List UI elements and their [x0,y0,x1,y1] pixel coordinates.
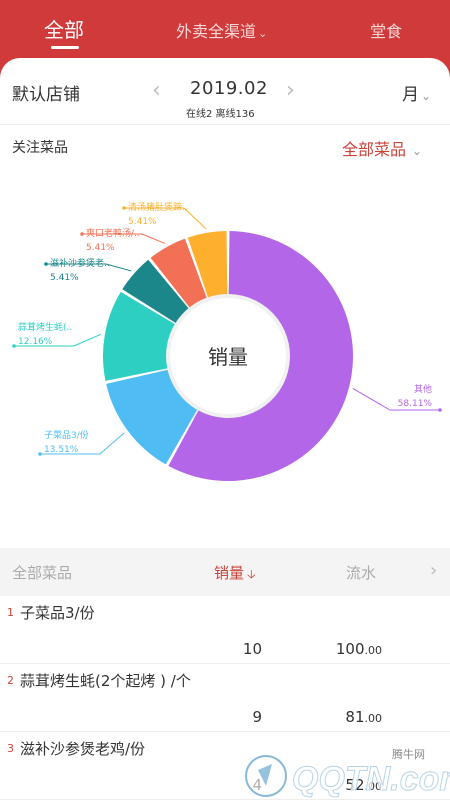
row-index: 1 [7,606,14,619]
slice-leader-dot [44,262,48,266]
table-row[interactable]: 1 子菜品3/份 10 100.00 [0,596,450,664]
column-header-revenue[interactable]: 流水 [346,562,376,583]
tab-all-label: 全部 [44,18,84,42]
chevron-right-icon[interactable]: › [430,560,437,581]
chevron-left-icon[interactable]: ‹ [152,78,161,103]
row-amount: 81.00 [345,708,382,726]
row-index: 2 [7,674,14,687]
slice-percent-label: 12.16% [18,337,53,347]
column-header-sales-label: 销量 [214,564,245,582]
slice-leader-dot [122,206,126,210]
slice-label: 蒜茸烤生蚝(.. [18,321,72,333]
slice-leader-dot [438,408,442,412]
slice-label: 爽口老鸭汤/.. [86,227,140,239]
donut-chart-svg: 其他 58.11% 子菜品3/份 13.51% 蒜茸烤生蚝(.. 12.16% 滋补沙参煲老… [12,201,442,481]
donut-center-label: 销量 [208,345,248,369]
tab-delivery-label: 外卖全渠道 [176,22,257,41]
slice-percent-label: 5.41% [128,217,157,227]
slice-leader-dot [80,232,84,236]
dish-filter-dropdown[interactable]: 全部菜品 ⌄ [342,136,422,160]
store-name[interactable]: 默认店铺 [12,80,80,105]
qqtn-watermark-logo: QQTN.com 腾牛网 [245,747,450,799]
row-amount-dec: .00 [364,644,383,657]
chevron-down-icon: ⌄ [258,27,268,40]
sales-donut-chart: 其他 58.11% 子菜品3/份 13.51% 蒜茸烤生蚝(.. 12.16% 滋补沙参煲老… [0,160,450,550]
watermark-site-name: 腾牛网 [392,747,425,761]
column-header-sales[interactable]: 销量 🡣 [214,562,256,586]
slice-percent-label: 5.41% [50,273,79,283]
chevron-down-icon: ⌄ [421,89,432,103]
range-label: 月 [402,85,419,105]
row-amount-dec: .00 [364,712,383,725]
slice-percent-label: 5.41% [86,243,115,253]
row-dish-name: 蒜茸烤生蚝(2个起烤 ) /个 [20,672,191,690]
divider [0,124,450,125]
row-quantity: 9 [252,708,262,726]
slice-label: 清汤猪肚煲蹄.. [128,201,188,213]
chevron-down-icon: ⌄ [412,144,423,158]
slice-leader-dot [38,452,42,456]
focus-dishes-title: 关注菜品 [12,140,68,156]
row-quantity: 10 [242,640,262,658]
active-tab-indicator [51,46,79,49]
app-screen: 全部 外卖全渠道 ⌄ 堂食 默认店铺 ‹ 2019.02 在线2 离线136 › … [0,0,450,800]
table-header: 全部菜品 销量 🡣 流水 › [0,548,450,596]
row-dish-name: 滋补沙参煲老鸡/份 [20,740,146,758]
table-row[interactable]: 2 蒜茸烤生蚝(2个起烤 ) /个 9 81.00 [0,664,450,732]
period-label: 2019.02 [190,78,268,99]
tab-all[interactable]: 全部 [44,14,84,43]
slice-label: 滋补沙参煲老.. [50,257,110,269]
slice-leader-dot [12,344,16,348]
row-dish-name: 子菜品3/份 [20,604,95,622]
store-selector-card: 默认店铺 ‹ 2019.02 在线2 离线136 › 月 ⌄ [0,58,450,124]
tab-delivery-channels[interactable]: 外卖全渠道 ⌄ [176,18,267,42]
row-amount-int: 100 [335,640,365,658]
slice-label: 子菜品3/份 [44,429,89,441]
row-amount: 100.00 [336,640,382,658]
tab-dine-in[interactable]: 堂食 [370,18,402,42]
column-header-dish[interactable]: 全部菜品 [12,562,72,583]
slice-percent-label: 13.51% [44,445,79,455]
slice-label: 其他 [414,383,432,395]
sort-down-arrow-icon: 🡣 [247,567,256,581]
range-selector[interactable]: 月 ⌄ [402,80,431,105]
dish-filter-label: 全部菜品 [342,140,407,159]
row-index: 3 [7,742,14,755]
slice-percent-label: 58.11% [398,399,433,409]
online-status-info: 在线2 离线136 [186,109,255,120]
tab-dine-label: 堂食 [370,22,403,41]
chevron-right-icon[interactable]: › [286,78,295,103]
watermark-logo-text: QQTN.com [292,760,450,798]
row-amount-int: 81 [345,708,365,726]
